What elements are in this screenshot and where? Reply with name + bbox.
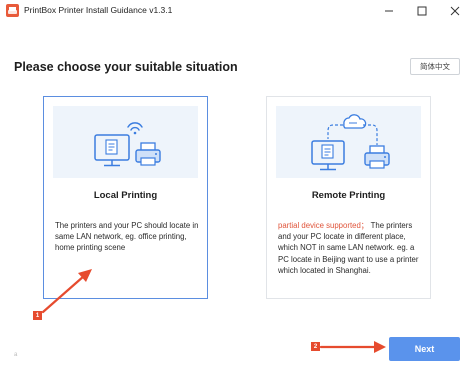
maximize-button[interactable] bbox=[405, 0, 439, 22]
close-button[interactable] bbox=[438, 0, 472, 22]
remote-cloud-illustration-icon bbox=[311, 114, 390, 171]
local-printing-title: Local Printing bbox=[93, 190, 158, 201]
remote-printing-illustration bbox=[276, 106, 421, 178]
language-button[interactable]: 简体中文 bbox=[410, 58, 460, 75]
local-printing-card[interactable]: Local Printing The printers and your PC … bbox=[43, 96, 208, 299]
minimize-icon bbox=[385, 10, 393, 12]
window-title: PrintBox Printer Install Guidance v1.3.1 bbox=[24, 5, 173, 15]
remote-printing-description: partial device supported； The printers a… bbox=[278, 220, 424, 276]
corner-mark: a bbox=[14, 352, 18, 358]
local-network-illustration-icon bbox=[94, 122, 161, 167]
minimize-button[interactable] bbox=[372, 0, 406, 22]
annotation-arrow-2 bbox=[319, 341, 386, 353]
title-bar: PrintBox Printer Install Guidance v1.3.1 bbox=[0, 0, 474, 22]
local-printing-description: The printers and your PC should locate i… bbox=[55, 221, 199, 253]
app-printer-icon bbox=[6, 4, 19, 17]
close-icon bbox=[450, 6, 460, 16]
next-button[interactable]: Next bbox=[389, 337, 460, 361]
annotation-marker-2: 2 bbox=[311, 342, 320, 351]
maximize-icon bbox=[417, 6, 427, 16]
remote-printing-title: Remote Printing bbox=[311, 190, 386, 201]
remote-printing-card[interactable]: Remote Printing partial device supported… bbox=[266, 96, 431, 299]
annotation-marker-1: 1 bbox=[33, 311, 42, 320]
local-printing-illustration bbox=[53, 106, 198, 178]
page-title: Please choose your suitable situation bbox=[14, 60, 238, 74]
partial-support-note: partial device supported； bbox=[278, 221, 369, 230]
